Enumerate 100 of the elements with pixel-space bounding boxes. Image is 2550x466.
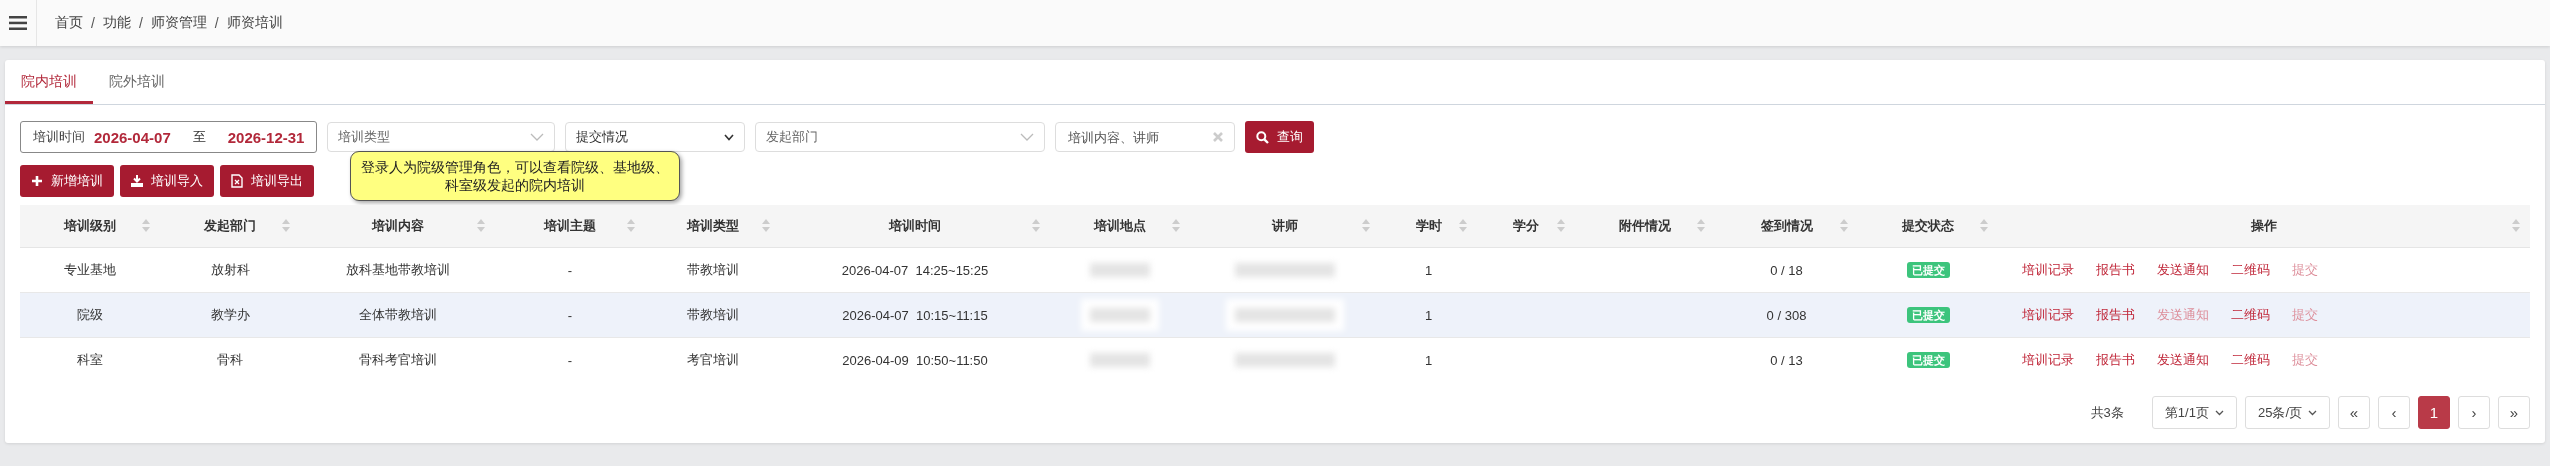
field-label: 培训时间: [33, 128, 85, 146]
table-cell: 1: [1424, 307, 1433, 323]
chevron-down-icon: [2308, 409, 2317, 416]
sort-icon: [1557, 219, 1565, 232]
breadcrumb-link[interactable]: 师资培训: [226, 14, 283, 32]
column-header[interactable]: 学分: [1477, 205, 1575, 248]
table-cell: 2026-04-09 10:50~11:50: [842, 352, 988, 368]
table-cell: 院级: [77, 307, 103, 322]
tab[interactable]: 院内培训: [5, 60, 93, 104]
sort-icon: [1980, 219, 1988, 232]
column-header[interactable]: 发起部门: [160, 205, 300, 248]
action-link[interactable]: 二维码: [2231, 307, 2270, 322]
range-separator: 至: [192, 128, 206, 146]
breadcrumb-link[interactable]: 功能: [102, 14, 131, 32]
table-cell: 教学办: [210, 307, 250, 322]
table-cell: -: [567, 262, 573, 278]
table-cell: -: [567, 307, 573, 323]
table-cell: 骨科考官培训: [358, 352, 437, 367]
end-date[interactable]: 2026-12-31: [227, 128, 305, 146]
table-cell: -: [567, 352, 573, 368]
action-link[interactable]: 报告书: [2096, 307, 2135, 322]
status-badge: 已提交: [1906, 352, 1950, 368]
menu-icon: [9, 16, 27, 30]
sort-icon: [1697, 219, 1705, 232]
column-header[interactable]: 培训地点: [1050, 205, 1190, 248]
breadcrumb-separator: /: [138, 15, 143, 31]
action-button[interactable]: 培训导入: [120, 165, 214, 197]
search-icon: [1256, 130, 1270, 144]
blurred-text: [1090, 353, 1150, 367]
column-header[interactable]: 学时: [1380, 205, 1477, 248]
date-range-field[interactable]: 培训时间 2026-04-07 至 2026-12-31: [20, 121, 318, 153]
plus-icon: [31, 175, 43, 187]
action-link[interactable]: 培训记录: [2022, 262, 2074, 277]
column-header[interactable]: 培训内容: [300, 205, 495, 248]
table-cell: 2026-04-07 14:25~15:25: [841, 262, 989, 278]
action-button[interactable]: 新增培训: [20, 165, 114, 197]
action-link[interactable]: 发送通知: [2157, 352, 2209, 367]
action-link[interactable]: 发送通知: [2157, 262, 2209, 277]
chevron-down-icon: [1020, 133, 1035, 141]
column-header[interactable]: 培训时间: [780, 205, 1050, 248]
status-badge: 已提交: [1906, 307, 1950, 323]
chevron-down-icon: [2214, 409, 2224, 416]
sort-icon: [762, 219, 770, 232]
blurred-text: [1090, 263, 1150, 277]
column-header[interactable]: 培训主题: [495, 205, 645, 248]
column-header[interactable]: 讲师: [1190, 205, 1380, 248]
page-button[interactable]: 1: [2418, 396, 2450, 429]
total-count: 共3条: [2090, 403, 2124, 422]
action-link[interactable]: 培训记录: [2022, 307, 2074, 322]
column-header[interactable]: 培训级别: [20, 205, 160, 248]
search-field[interactable]: 培训内容、讲师: [1055, 122, 1236, 152]
sort-icon: [1459, 219, 1467, 232]
sort-icon: [142, 219, 150, 232]
table-cell: 1: [1424, 262, 1433, 278]
column-header[interactable]: 提交状态: [1858, 205, 1998, 248]
start-date[interactable]: 2026-04-07: [94, 128, 171, 146]
column-header[interactable]: 操作: [1998, 205, 2530, 248]
table-cell: 带教培训: [686, 307, 739, 322]
sort-icon: [477, 219, 485, 232]
table-cell: 骨科: [217, 352, 243, 367]
page-button[interactable]: ›: [2458, 396, 2490, 429]
action-link[interactable]: 培训记录: [2022, 352, 2074, 367]
table-cell: 放射科: [210, 262, 250, 277]
action-link[interactable]: 二维码: [2231, 352, 2270, 367]
breadcrumb-link[interactable]: 首页: [55, 14, 83, 32]
download-icon: [131, 175, 143, 187]
chevron-down-icon: [724, 133, 735, 141]
sort-icon: [1172, 219, 1180, 232]
table-cell: 2026-04-07 10:15~11:15: [842, 307, 988, 323]
breadcrumb-separator: /: [91, 15, 95, 31]
tab[interactable]: 院外培训: [93, 60, 181, 104]
dropdown-field[interactable]: 发起部门: [755, 122, 1046, 152]
page-button[interactable]: «: [2338, 396, 2370, 429]
action-link[interactable]: 报告书: [2096, 352, 2135, 367]
column-header[interactable]: 附件情况: [1575, 205, 1715, 248]
action-button[interactable]: 培训导出: [220, 165, 314, 197]
tooltip: 登录人为院级管理角色，可以查看院级、基地级、科室级发起的院内培训: [350, 151, 680, 201]
page-button[interactable]: ‹: [2378, 396, 2410, 429]
table-cell: 0 / 18: [1770, 262, 1803, 278]
table-cell: 全体带教培训: [358, 307, 437, 322]
page-dropdown[interactable]: 25条/页: [2244, 396, 2330, 429]
table-cell: 专业基地: [64, 262, 116, 277]
sort-icon: [2512, 219, 2520, 232]
action-link[interactable]: 二维码: [2231, 262, 2270, 277]
table-cell: 1: [1424, 352, 1433, 368]
query-button[interactable]: 查询: [1245, 121, 1315, 153]
breadcrumb-link[interactable]: 师资管理: [150, 14, 207, 32]
sort-icon: [1840, 219, 1848, 232]
page-button[interactable]: »: [2498, 396, 2530, 429]
column-header[interactable]: 签到情况: [1715, 205, 1858, 248]
column-header[interactable]: 培训类型: [645, 205, 780, 248]
page-dropdown[interactable]: 第1/1页: [2151, 396, 2237, 429]
table-cell: 带教培训: [686, 262, 739, 277]
table-cell: 0 / 13: [1770, 352, 1803, 368]
action-link[interactable]: 报告书: [2096, 262, 2135, 277]
table-cell: 0 / 308: [1766, 307, 1807, 323]
table-cell: 科室: [77, 352, 103, 367]
sort-icon: [627, 219, 635, 232]
table-cell: 考官培训: [686, 352, 739, 367]
document-icon: [231, 174, 243, 188]
